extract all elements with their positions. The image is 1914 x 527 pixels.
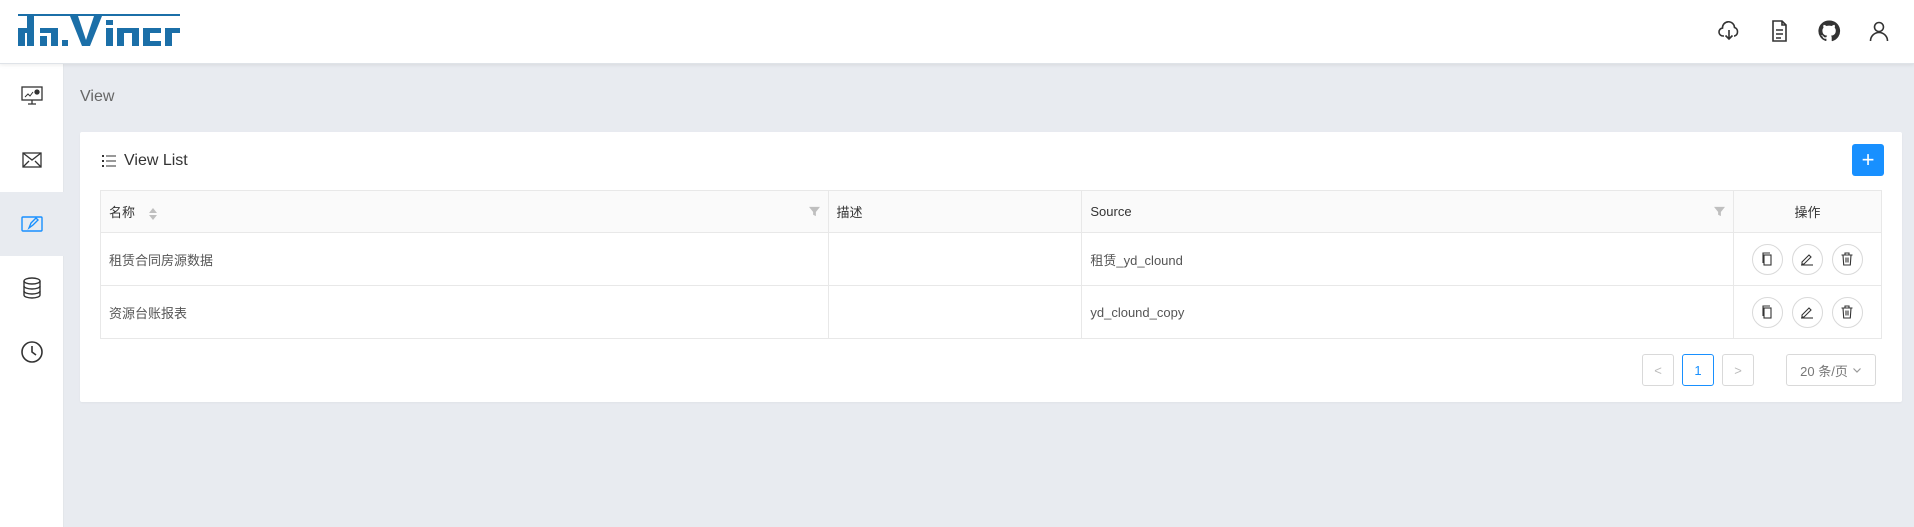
database-icon: [23, 277, 41, 299]
delete-icon: [1841, 305, 1853, 319]
pagination: < 1 > 20 条/页: [1642, 354, 1876, 386]
edit-button[interactable]: [1791, 296, 1823, 328]
view-list-card: View List + 名称 描述 Source 操作 租赁合同房源数据 租赁_…: [80, 132, 1902, 402]
edit-button[interactable]: [1791, 243, 1823, 275]
copy-icon: [1762, 252, 1773, 266]
cell-source: yd_clound_copy: [1081, 285, 1734, 339]
copy-icon: [1762, 305, 1773, 319]
delete-button[interactable]: [1831, 296, 1863, 328]
column-header-actions: 操作: [1732, 190, 1883, 233]
sidebar-item-schedule[interactable]: [0, 320, 64, 384]
card-title: View List: [102, 152, 188, 170]
widget-icon: [22, 152, 42, 168]
column-source-label: Source: [1090, 204, 1132, 219]
page-size-select[interactable]: 20 条/页: [1786, 354, 1876, 386]
sidebar-item-dashboard[interactable]: [0, 64, 64, 128]
table-row: 资源台账报表 yd_clound_copy: [100, 285, 1883, 339]
view-table: 名称 描述 Source 操作 租赁合同房源数据 租赁_yd_clound 资源…: [100, 190, 1883, 339]
page-number-button[interactable]: 1: [1682, 354, 1714, 386]
cell-actions: [1732, 285, 1883, 339]
user-icon[interactable]: [1866, 18, 1892, 44]
cell-source: 租赁_yd_clound: [1081, 232, 1734, 286]
edit-icon: [1801, 254, 1814, 266]
breadcrumb: View: [80, 88, 115, 105]
document-icon[interactable]: [1766, 18, 1792, 44]
dashboard-monitor-icon: [21, 86, 43, 105]
copy-button[interactable]: [1751, 296, 1783, 328]
column-header-description: 描述: [827, 190, 1083, 233]
cell-description: [827, 232, 1083, 286]
filter-icon[interactable]: [1713, 206, 1725, 217]
chevron-down-icon: [1852, 368, 1861, 373]
sidebar-item-widget[interactable]: [0, 128, 64, 192]
download-cloud-icon[interactable]: [1716, 18, 1742, 44]
github-icon[interactable]: [1816, 18, 1842, 44]
list-icon: [102, 155, 116, 167]
davinci-logo[interactable]: [18, 14, 180, 48]
sidebar: [0, 64, 64, 527]
next-page-button[interactable]: >: [1722, 354, 1754, 386]
add-view-button[interactable]: +: [1852, 144, 1884, 176]
column-header-source[interactable]: Source: [1081, 190, 1734, 233]
table-header-row: 名称 描述 Source 操作: [100, 190, 1883, 233]
sidebar-item-source[interactable]: [0, 256, 64, 320]
prev-page-button[interactable]: <: [1642, 354, 1674, 386]
column-header-name[interactable]: 名称: [100, 190, 829, 233]
schedule-clock-icon: [21, 341, 43, 363]
delete-icon: [1841, 252, 1853, 266]
column-name-label: 名称: [109, 205, 136, 220]
view-edit-icon: [21, 216, 43, 232]
edit-icon: [1801, 307, 1814, 319]
page-size-label: 20 条/页: [1800, 363, 1848, 379]
sort-icon[interactable]: [148, 207, 157, 220]
cell-actions: [1732, 232, 1883, 286]
sidebar-item-view[interactable]: [0, 192, 64, 256]
cell-description: [827, 285, 1083, 339]
card-title-text: View List: [124, 152, 188, 169]
filter-icon[interactable]: [808, 206, 820, 217]
top-header: [0, 0, 1914, 64]
table-row: 租赁合同房源数据 租赁_yd_clound: [100, 232, 1883, 286]
cell-name: 租赁合同房源数据: [100, 232, 829, 286]
cell-name: 资源台账报表: [100, 285, 829, 339]
delete-button[interactable]: [1831, 243, 1863, 275]
copy-button[interactable]: [1751, 243, 1783, 275]
